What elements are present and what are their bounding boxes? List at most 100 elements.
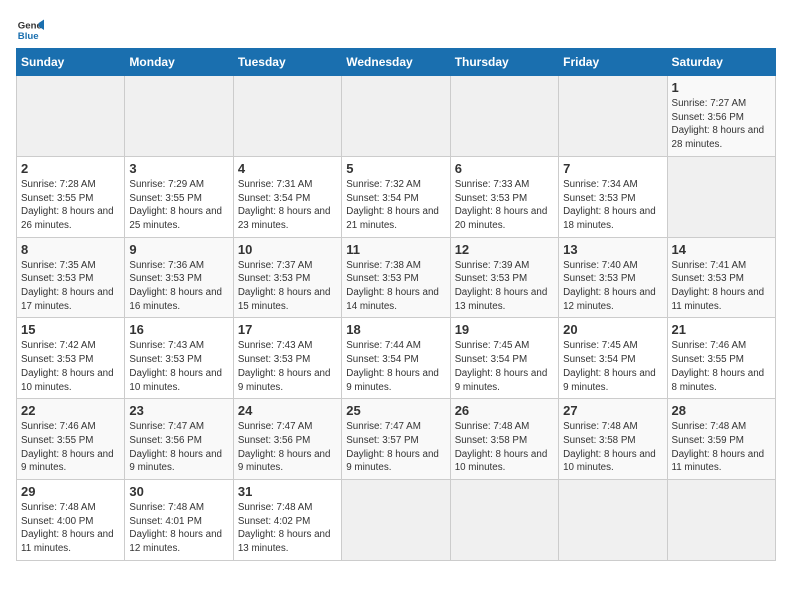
day-number: 16 <box>129 322 228 337</box>
calendar-cell: 29 Sunrise: 7:48 AM Sunset: 4:00 PM Dayl… <box>17 480 125 561</box>
calendar-cell <box>17 76 125 157</box>
day-detail: Sunrise: 7:35 AM Sunset: 3:53 PM Dayligh… <box>21 259 120 314</box>
day-number: 6 <box>455 161 554 176</box>
day-detail: Sunrise: 7:45 AM Sunset: 3:54 PM Dayligh… <box>455 339 554 394</box>
day-detail: Sunrise: 7:48 AM Sunset: 4:02 PM Dayligh… <box>238 501 337 556</box>
day-detail: Sunrise: 7:41 AM Sunset: 3:53 PM Dayligh… <box>672 259 771 314</box>
day-number: 23 <box>129 403 228 418</box>
day-detail: Sunrise: 7:31 AM Sunset: 3:54 PM Dayligh… <box>238 178 337 233</box>
day-detail: Sunrise: 7:27 AM Sunset: 3:56 PM Dayligh… <box>672 97 771 152</box>
calendar-cell: 19 Sunrise: 7:45 AM Sunset: 3:54 PM Dayl… <box>450 318 558 399</box>
day-number: 30 <box>129 484 228 499</box>
calendar-cell: 6 Sunrise: 7:33 AM Sunset: 3:53 PM Dayli… <box>450 156 558 237</box>
day-detail: Sunrise: 7:47 AM Sunset: 3:57 PM Dayligh… <box>346 420 445 475</box>
calendar-cell: 14 Sunrise: 7:41 AM Sunset: 3:53 PM Dayl… <box>667 237 775 318</box>
day-number: 3 <box>129 161 228 176</box>
logo: General Blue <box>16 16 44 44</box>
calendar-cell: 1 Sunrise: 7:27 AM Sunset: 3:56 PM Dayli… <box>667 76 775 157</box>
day-detail: Sunrise: 7:43 AM Sunset: 3:53 PM Dayligh… <box>129 339 228 394</box>
day-number: 24 <box>238 403 337 418</box>
calendar-cell <box>667 480 775 561</box>
day-number: 21 <box>672 322 771 337</box>
day-detail: Sunrise: 7:47 AM Sunset: 3:56 PM Dayligh… <box>129 420 228 475</box>
day-detail: Sunrise: 7:42 AM Sunset: 3:53 PM Dayligh… <box>21 339 120 394</box>
day-detail: Sunrise: 7:37 AM Sunset: 3:53 PM Dayligh… <box>238 259 337 314</box>
day-number: 2 <box>21 161 120 176</box>
day-detail: Sunrise: 7:46 AM Sunset: 3:55 PM Dayligh… <box>672 339 771 394</box>
calendar-cell: 15 Sunrise: 7:42 AM Sunset: 3:53 PM Dayl… <box>17 318 125 399</box>
calendar-cell: 3 Sunrise: 7:29 AM Sunset: 3:55 PM Dayli… <box>125 156 233 237</box>
calendar-cell <box>342 480 450 561</box>
day-number: 10 <box>238 242 337 257</box>
day-number: 22 <box>21 403 120 418</box>
calendar-cell: 26 Sunrise: 7:48 AM Sunset: 3:58 PM Dayl… <box>450 399 558 480</box>
calendar-cell: 2 Sunrise: 7:28 AM Sunset: 3:55 PM Dayli… <box>17 156 125 237</box>
day-detail: Sunrise: 7:29 AM Sunset: 3:55 PM Dayligh… <box>129 178 228 233</box>
day-number: 12 <box>455 242 554 257</box>
logo-icon: General Blue <box>16 16 44 44</box>
calendar-cell <box>450 76 558 157</box>
calendar-cell: 20 Sunrise: 7:45 AM Sunset: 3:54 PM Dayl… <box>559 318 667 399</box>
calendar-cell: 12 Sunrise: 7:39 AM Sunset: 3:53 PM Dayl… <box>450 237 558 318</box>
calendar-cell <box>125 76 233 157</box>
day-detail: Sunrise: 7:48 AM Sunset: 4:00 PM Dayligh… <box>21 501 120 556</box>
day-number: 19 <box>455 322 554 337</box>
day-number: 8 <box>21 242 120 257</box>
weekday-header-thursday: Thursday <box>450 49 558 76</box>
calendar-cell <box>342 76 450 157</box>
calendar-cell <box>559 480 667 561</box>
day-detail: Sunrise: 7:45 AM Sunset: 3:54 PM Dayligh… <box>563 339 662 394</box>
day-number: 5 <box>346 161 445 176</box>
weekday-header-monday: Monday <box>125 49 233 76</box>
day-number: 9 <box>129 242 228 257</box>
weekday-header-sunday: Sunday <box>17 49 125 76</box>
calendar-week-3: 8 Sunrise: 7:35 AM Sunset: 3:53 PM Dayli… <box>17 237 776 318</box>
calendar-cell: 4 Sunrise: 7:31 AM Sunset: 3:54 PM Dayli… <box>233 156 341 237</box>
calendar-cell: 25 Sunrise: 7:47 AM Sunset: 3:57 PM Dayl… <box>342 399 450 480</box>
calendar-cell <box>233 76 341 157</box>
calendar-cell: 9 Sunrise: 7:36 AM Sunset: 3:53 PM Dayli… <box>125 237 233 318</box>
day-number: 4 <box>238 161 337 176</box>
day-number: 7 <box>563 161 662 176</box>
weekday-header-saturday: Saturday <box>667 49 775 76</box>
day-detail: Sunrise: 7:38 AM Sunset: 3:53 PM Dayligh… <box>346 259 445 314</box>
calendar-cell: 18 Sunrise: 7:44 AM Sunset: 3:54 PM Dayl… <box>342 318 450 399</box>
calendar-cell: 13 Sunrise: 7:40 AM Sunset: 3:53 PM Dayl… <box>559 237 667 318</box>
calendar-cell: 5 Sunrise: 7:32 AM Sunset: 3:54 PM Dayli… <box>342 156 450 237</box>
day-number: 17 <box>238 322 337 337</box>
day-number: 27 <box>563 403 662 418</box>
day-number: 15 <box>21 322 120 337</box>
day-number: 20 <box>563 322 662 337</box>
svg-text:Blue: Blue <box>18 31 39 42</box>
calendar-cell: 23 Sunrise: 7:47 AM Sunset: 3:56 PM Dayl… <box>125 399 233 480</box>
calendar-cell: 7 Sunrise: 7:34 AM Sunset: 3:53 PM Dayli… <box>559 156 667 237</box>
day-number: 26 <box>455 403 554 418</box>
calendar-cell: 24 Sunrise: 7:47 AM Sunset: 3:56 PM Dayl… <box>233 399 341 480</box>
day-detail: Sunrise: 7:39 AM Sunset: 3:53 PM Dayligh… <box>455 259 554 314</box>
day-number: 28 <box>672 403 771 418</box>
day-detail: Sunrise: 7:48 AM Sunset: 3:59 PM Dayligh… <box>672 420 771 475</box>
calendar-cell: 28 Sunrise: 7:48 AM Sunset: 3:59 PM Dayl… <box>667 399 775 480</box>
calendar-cell <box>667 156 775 237</box>
day-number: 14 <box>672 242 771 257</box>
weekday-header-wednesday: Wednesday <box>342 49 450 76</box>
day-number: 11 <box>346 242 445 257</box>
weekday-header-tuesday: Tuesday <box>233 49 341 76</box>
day-detail: Sunrise: 7:34 AM Sunset: 3:53 PM Dayligh… <box>563 178 662 233</box>
day-number: 25 <box>346 403 445 418</box>
calendar-cell: 27 Sunrise: 7:48 AM Sunset: 3:58 PM Dayl… <box>559 399 667 480</box>
calendar-cell <box>450 480 558 561</box>
day-detail: Sunrise: 7:43 AM Sunset: 3:53 PM Dayligh… <box>238 339 337 394</box>
calendar-cell <box>559 76 667 157</box>
calendar-cell: 22 Sunrise: 7:46 AM Sunset: 3:55 PM Dayl… <box>17 399 125 480</box>
day-detail: Sunrise: 7:46 AM Sunset: 3:55 PM Dayligh… <box>21 420 120 475</box>
day-detail: Sunrise: 7:33 AM Sunset: 3:53 PM Dayligh… <box>455 178 554 233</box>
day-detail: Sunrise: 7:48 AM Sunset: 4:01 PM Dayligh… <box>129 501 228 556</box>
day-number: 1 <box>672 80 771 95</box>
day-detail: Sunrise: 7:40 AM Sunset: 3:53 PM Dayligh… <box>563 259 662 314</box>
calendar-week-1: 1 Sunrise: 7:27 AM Sunset: 3:56 PM Dayli… <box>17 76 776 157</box>
day-detail: Sunrise: 7:36 AM Sunset: 3:53 PM Dayligh… <box>129 259 228 314</box>
page-header: General Blue <box>16 16 776 44</box>
day-number: 29 <box>21 484 120 499</box>
calendar-cell: 16 Sunrise: 7:43 AM Sunset: 3:53 PM Dayl… <box>125 318 233 399</box>
